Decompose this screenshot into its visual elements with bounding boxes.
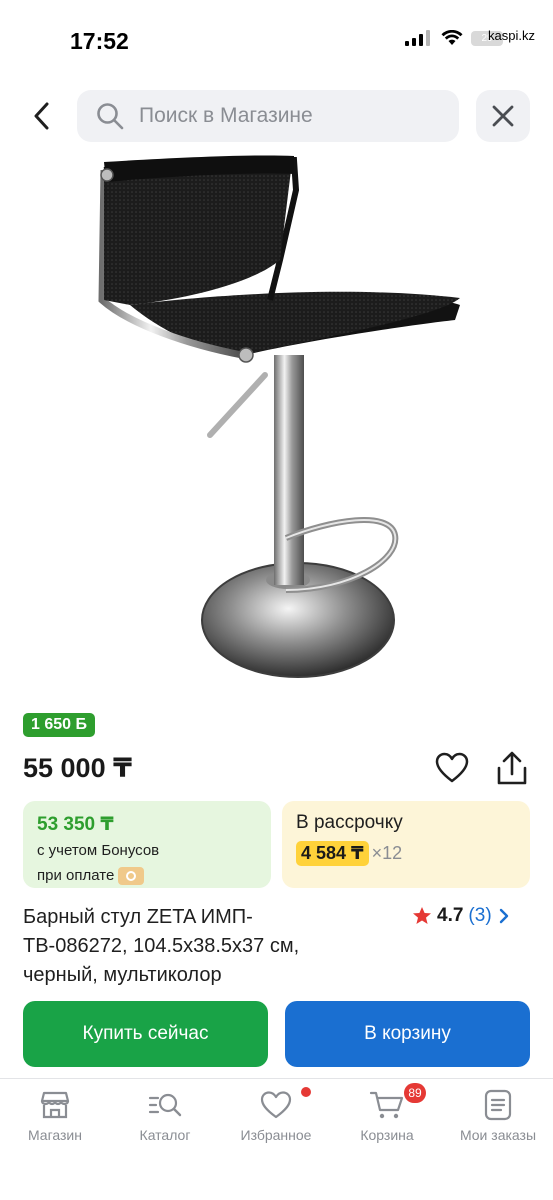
search-icon (97, 103, 124, 130)
installment-card[interactable]: В рассрочку 4 584 ₸ ×12 (282, 801, 530, 888)
wifi-icon (441, 30, 463, 45)
search-box[interactable] (77, 90, 459, 142)
product-title-line3: черный, мультиколор (23, 964, 222, 986)
heart-icon (435, 752, 469, 783)
nav-label-catalog: Каталог (139, 1127, 191, 1143)
back-button[interactable] (22, 96, 62, 136)
bonus-price-line2-row: при оплате (37, 866, 257, 886)
nav-item-catalog[interactable]: Каталог (110, 1089, 220, 1143)
bonus-coin-icon (118, 867, 145, 886)
nav-label-store: Магазин (27, 1127, 82, 1143)
installment-months: ×12 (371, 843, 403, 863)
add-to-cart-button[interactable]: В корзину (285, 1001, 530, 1067)
share-icon (497, 751, 527, 785)
close-icon (492, 105, 514, 127)
chevron-right-icon (499, 908, 508, 924)
catalog-search-icon (148, 1093, 182, 1117)
product-title: Барный стул ZETA ИМП- ТВ-086272, 104.5x3… (23, 903, 363, 990)
product-price: 55 000 ₸ (23, 753, 132, 783)
chevron-left-icon (34, 102, 49, 130)
nav-item-cart[interactable]: 89 Корзина (332, 1083, 442, 1143)
status-time: 17:52 (70, 28, 129, 54)
bonus-points-badge: 1 650 Б (23, 713, 95, 737)
store-icon (40, 1091, 70, 1119)
bonus-price-line2: при оплате (37, 867, 115, 884)
rating-score: 4.7 (437, 905, 464, 926)
signal-icon (405, 30, 430, 46)
bonus-price-card[interactable]: 53 350 ₸ с учетом Бонусов при оплате (23, 801, 271, 888)
bar-stool-image (98, 155, 460, 678)
star-icon (413, 907, 431, 924)
status-bar: 17:52 29 kaspi.kz (0, 0, 553, 80)
close-button[interactable] (476, 90, 530, 142)
product-title-line2: ТВ-086272, 104.5x38.5x37 см, (23, 935, 300, 957)
bottom-nav: Магазин Каталог Избранное 89 Корзина Мои… (0, 1078, 553, 1200)
buy-now-button[interactable]: Купить сейчас (23, 1001, 268, 1067)
cart-icon (369, 1091, 404, 1119)
rating-count: (3) (468, 905, 492, 926)
favorites-dot (301, 1087, 311, 1097)
favorite-button[interactable] (434, 750, 470, 786)
search-input[interactable] (139, 104, 439, 128)
share-button[interactable] (494, 750, 530, 788)
installment-title: В рассрочку (296, 812, 403, 833)
nav-label-orders: Мои заказы (459, 1127, 537, 1143)
product-title-line1: Барный стул ZETA ИМП- (23, 906, 253, 928)
orders-icon (484, 1089, 512, 1121)
bonus-price-amount: 53 350 ₸ (37, 814, 114, 835)
nav-item-favorites[interactable]: Избранное (221, 1087, 331, 1143)
nav-label-cart: Корзина (360, 1127, 414, 1143)
nav-item-orders[interactable]: Мои заказы (443, 1089, 553, 1143)
cart-count-badge: 89 (404, 1083, 426, 1103)
product-image[interactable] (90, 150, 470, 695)
rating-link[interactable]: 4.7 (3) (412, 905, 511, 927)
nav-label-favorites: Избранное (240, 1127, 312, 1143)
header (0, 88, 553, 144)
installment-monthly-amount: 4 584 ₸ (296, 841, 369, 866)
nav-item-store[interactable]: Магазин (0, 1089, 110, 1143)
bonus-price-line1: с учетом Бонусов (37, 842, 160, 859)
status-site-label: kaspi.kz (488, 28, 535, 43)
heart-icon (260, 1091, 292, 1119)
installment-row: 4 584 ₸ ×12 (296, 841, 516, 866)
